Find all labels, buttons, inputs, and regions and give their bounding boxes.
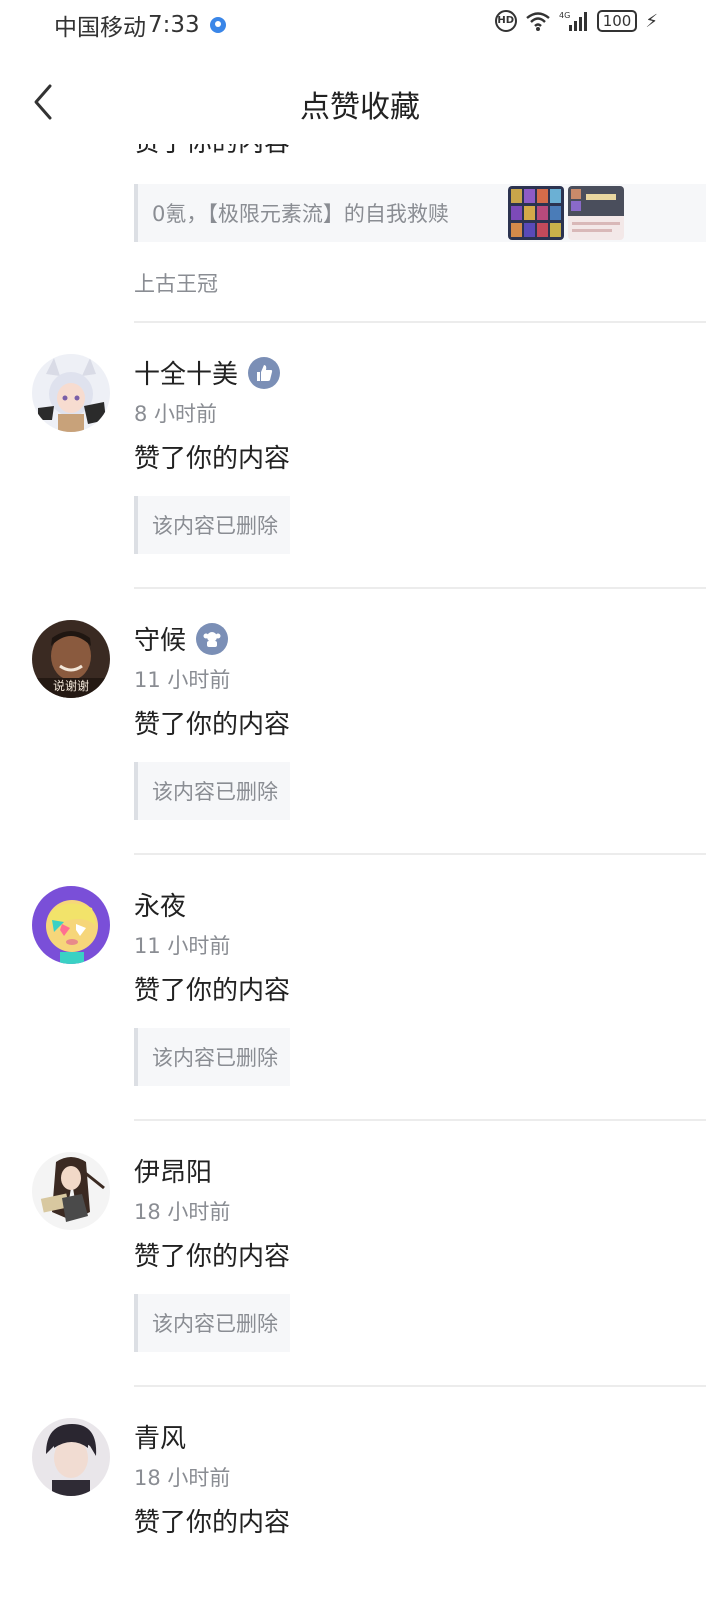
avatar[interactable]: 说谢谢 [32, 620, 110, 698]
deleted-content-box[interactable]: 该内容已删除 [134, 1028, 290, 1086]
status-bar: 中国移动 7:33 HD 4G 100 ⚡ [0, 0, 720, 50]
notification-item[interactable]: 说谢谢 守候 11 小时前 赞了你的内容 该内容已删除 [0, 590, 720, 856]
battery-icon: 100 [596, 10, 638, 32]
action-text: 赞了你的内容 [134, 1508, 291, 1538]
action-text: 赞了你的内容 [134, 1242, 291, 1272]
network-type-label: 4G [559, 11, 570, 20]
deleted-content-text: 该内容已删除 [152, 1312, 278, 1336]
wifi-icon [525, 12, 550, 31]
deleted-content-box[interactable]: 该内容已删除 [134, 762, 290, 820]
status-right: HD 4G 100 ⚡ [494, 10, 658, 32]
post-thumbnail-1 [508, 186, 564, 240]
username-row: 青风 [134, 1418, 186, 1455]
charging-icon: ⚡ [645, 10, 658, 32]
action-text: 赞了你的内容 [134, 444, 291, 474]
status-left: 中国移动 7:33 [54, 8, 226, 42]
nav-header: 点赞收藏 [0, 60, 720, 144]
avatar-caption: 说谢谢 [53, 678, 89, 693]
carrier-name: 中国移动 [54, 15, 146, 41]
topic-tag[interactable]: 上古王冠 [134, 268, 218, 298]
divider [134, 853, 706, 855]
partial-notification-item[interactable]: 赞了你的内容 0氪，【极限元素流】的自我救赎 上古王冠 [134, 144, 706, 296]
divider [134, 1119, 706, 1121]
avatar-image [32, 1152, 110, 1230]
divider [134, 1385, 706, 1387]
action-text-cut: 赞了你的内容 [134, 144, 290, 159]
deleted-content-text: 该内容已删除 [152, 514, 278, 538]
notification-item[interactable]: 十全十美 8 小时前 赞了你的内容 该内容已删除 [0, 324, 720, 590]
timestamp: 11 小时前 [134, 668, 231, 692]
avatar[interactable] [32, 886, 110, 964]
post-title: 0氪，【极限元素流】的自我救赎 [152, 202, 449, 226]
username[interactable]: 十全十美 [134, 354, 238, 391]
clock: 7:33 [148, 12, 200, 38]
action-text: 赞了你的内容 [134, 976, 291, 1006]
username-row: 永夜 [134, 886, 186, 923]
deleted-content-box[interactable]: 该内容已删除 [134, 1294, 290, 1352]
deleted-content-box[interactable]: 该内容已删除 [134, 496, 290, 554]
username-row: 十全十美 [134, 354, 281, 391]
username[interactable]: 守候 [134, 620, 186, 657]
post-thumbnail-2 [568, 186, 624, 240]
notification-item[interactable]: 伊昂阳 18 小时前 赞了你的内容 该内容已删除 [0, 1122, 720, 1388]
mascot-badge-icon [196, 622, 229, 655]
avatar-image [32, 1418, 110, 1496]
notification-feed[interactable]: 赞了你的内容 0氪，【极限元素流】的自我救赎 上古王冠 [0, 144, 720, 1600]
timestamp: 18 小时前 [134, 1200, 231, 1224]
deleted-content-text: 该内容已删除 [152, 1046, 278, 1070]
notification-item[interactable]: 永夜 11 小时前 赞了你的内容 该内容已删除 [0, 856, 720, 1122]
timestamp: 11 小时前 [134, 934, 231, 958]
timestamp: 8 小时前 [134, 402, 218, 426]
username-row: 伊昂阳 [134, 1152, 212, 1189]
location-icon [209, 17, 226, 33]
avatar-image: 说谢谢 [32, 620, 110, 698]
action-text: 赞了你的内容 [134, 710, 291, 740]
deleted-content-text: 该内容已删除 [152, 780, 278, 804]
hd-icon: HD [494, 10, 517, 32]
username[interactable]: 伊昂阳 [134, 1152, 212, 1189]
username[interactable]: 永夜 [134, 886, 186, 923]
avatar[interactable] [32, 354, 110, 432]
thumbs-up-badge-icon [248, 356, 281, 389]
signal-icon: 4G [559, 11, 587, 31]
timestamp: 18 小时前 [134, 1466, 231, 1490]
avatar[interactable] [32, 1418, 110, 1496]
page-title: 点赞收藏 [300, 90, 420, 125]
username[interactable]: 青风 [134, 1418, 186, 1455]
avatar-image [32, 354, 110, 432]
avatar[interactable] [32, 1152, 110, 1230]
username-row: 守候 [134, 620, 229, 657]
notification-item[interactable]: 青风 18 小时前 赞了你的内容 [0, 1388, 720, 1600]
avatar-image [32, 886, 110, 964]
divider [134, 587, 706, 589]
divider [134, 321, 706, 323]
post-quote[interactable]: 0氪，【极限元素流】的自我救赎 [134, 184, 706, 242]
